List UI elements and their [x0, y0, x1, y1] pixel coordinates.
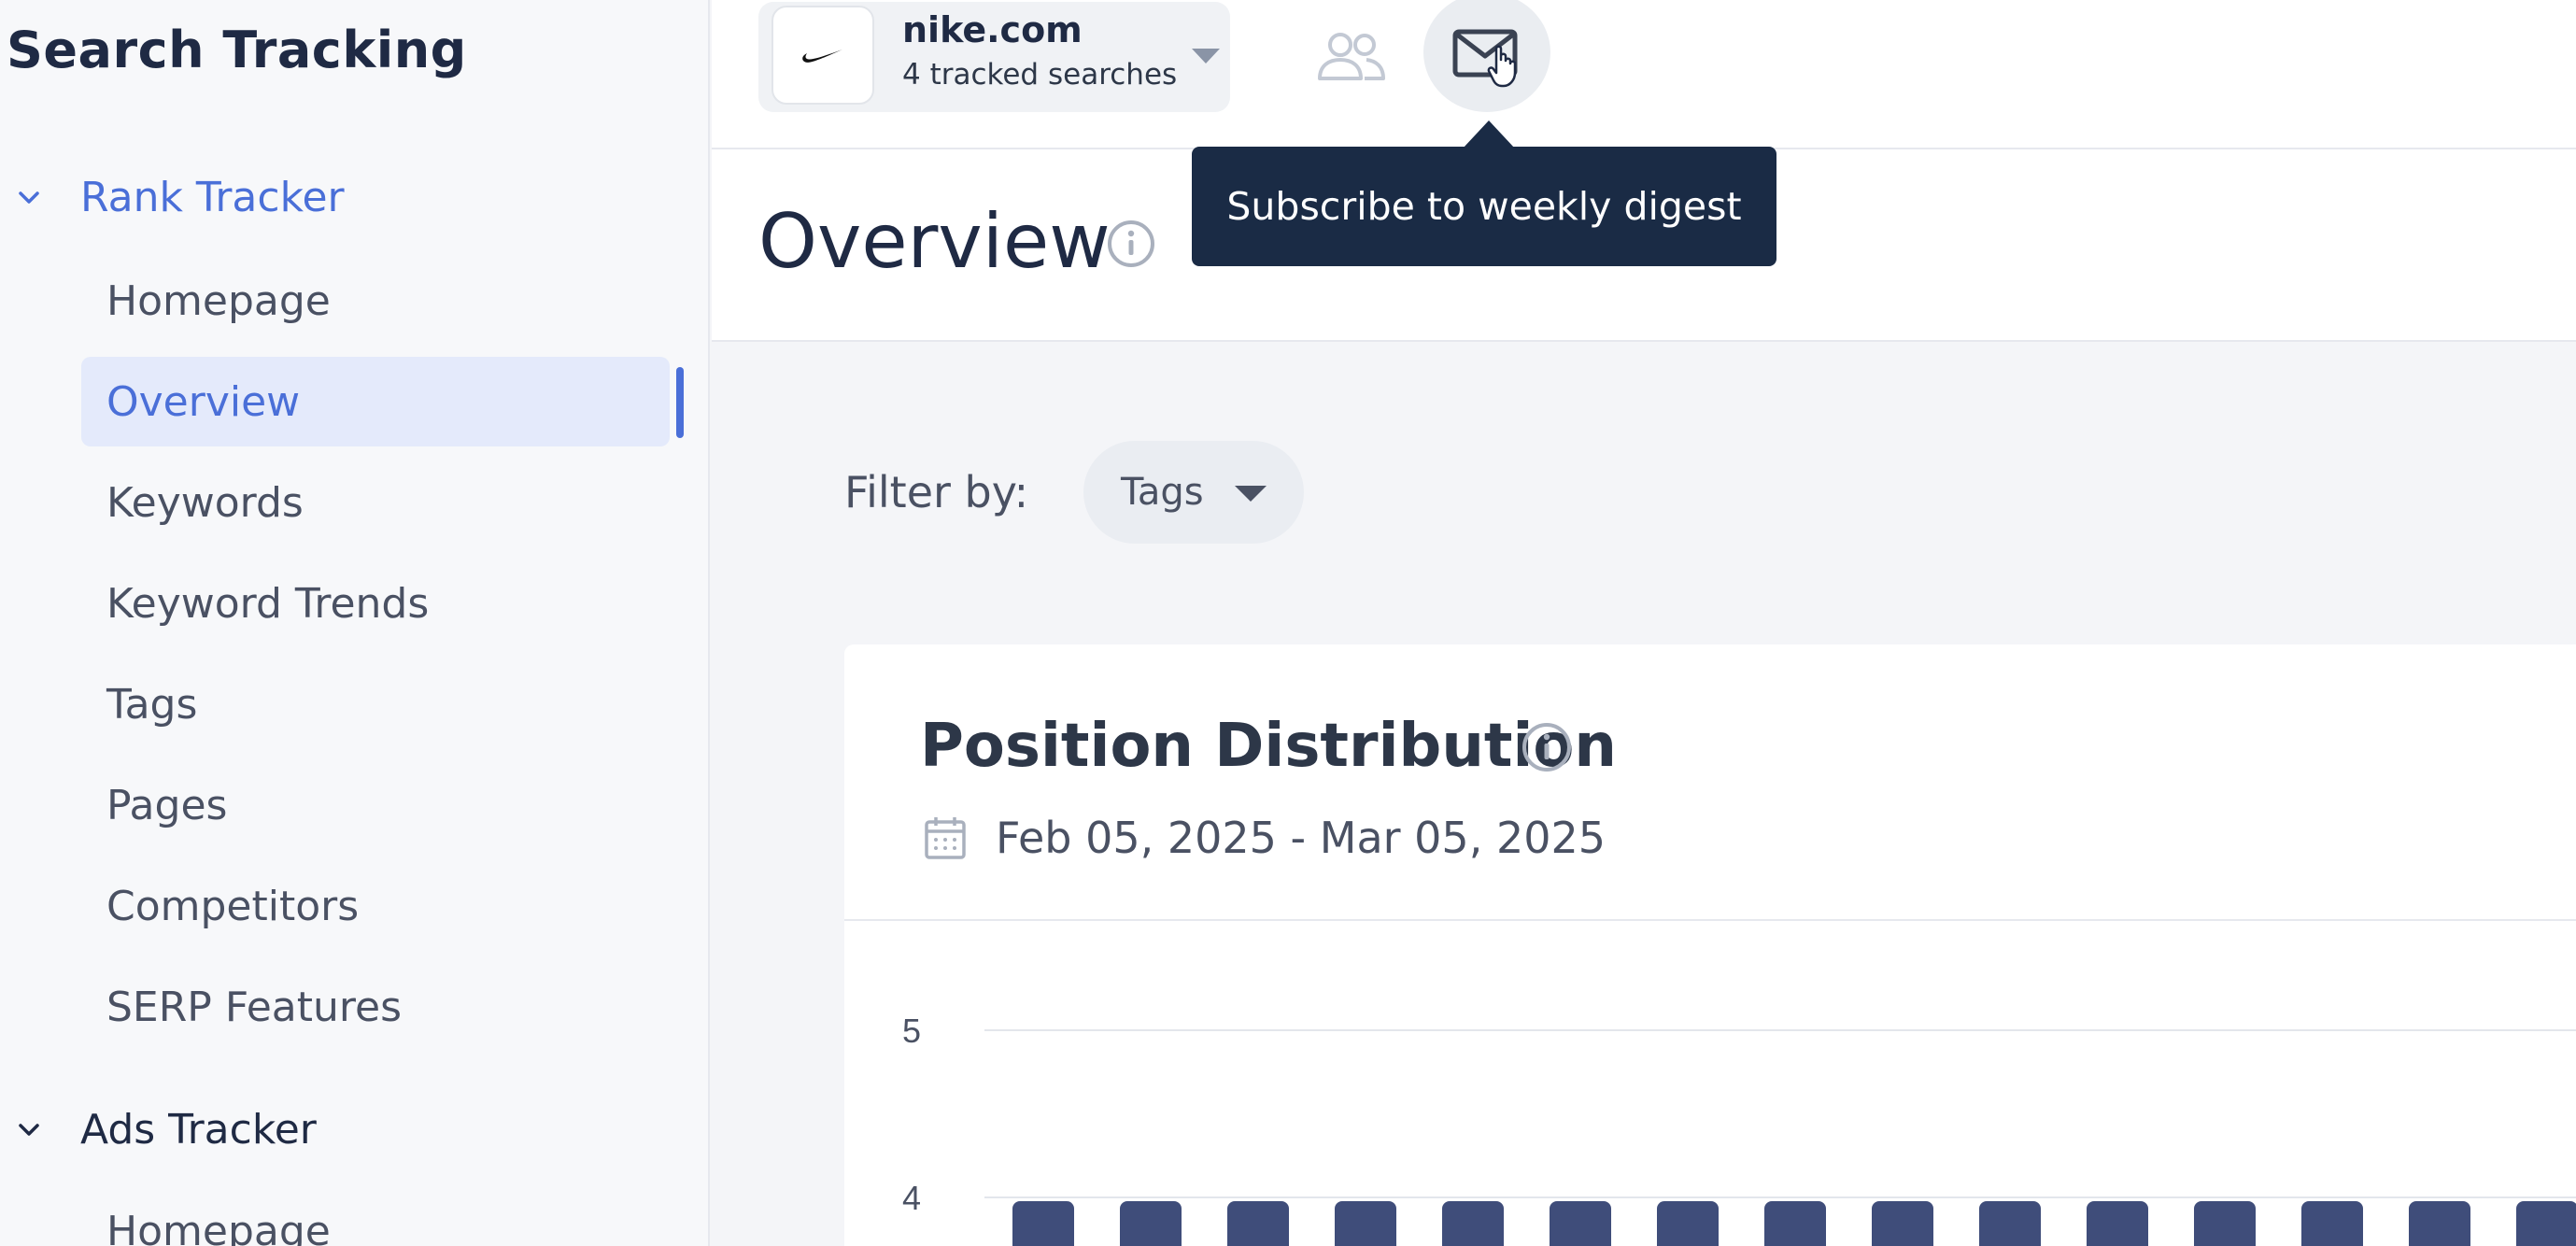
chart-bar[interactable] — [1979, 1201, 2041, 1246]
y-tick-label: 4 — [902, 1179, 921, 1217]
site-subtitle: 4 tracked searches — [902, 58, 1178, 92]
sidebar-item-competitors[interactable]: Competitors — [81, 861, 670, 951]
subscribe-tooltip: Subscribe to weekly digest — [1192, 147, 1776, 266]
app-title: Search Tracking — [7, 21, 467, 79]
users-button[interactable] — [1309, 19, 1394, 93]
chart-bar[interactable] — [2194, 1201, 2256, 1246]
chart-bar[interactable] — [1657, 1201, 1719, 1246]
y-tick-label: 5 — [902, 1012, 921, 1050]
tags-filter-label: Tags — [1121, 471, 1204, 514]
position-distribution-chart: 54 — [902, 1012, 2576, 1246]
users-icon — [1318, 33, 1385, 80]
position-distribution-card: Position Distribution Feb 05, 2025 - Mar… — [844, 644, 2576, 1246]
chevron-down-icon — [19, 1124, 39, 1136]
sidebar-item-keywords[interactable]: Keywords — [81, 458, 670, 547]
chart-bar[interactable] — [1227, 1201, 1289, 1246]
chevron-down-icon — [19, 191, 39, 204]
sidebar-item-ads-homepage[interactable]: Homepage — [81, 1186, 670, 1246]
info-icon[interactable] — [1106, 219, 1156, 269]
site-name: nike.com — [902, 9, 1083, 50]
chart-bar[interactable] — [2516, 1201, 2576, 1246]
info-icon[interactable] — [1521, 721, 1573, 773]
site-logo — [771, 6, 874, 105]
chart-bar[interactable] — [2087, 1201, 2148, 1246]
sidebar: Search Tracking Rank Tracker Homepage Ov… — [0, 0, 710, 1246]
sidebar-item-homepage[interactable]: Homepage — [81, 256, 670, 346]
sidebar-section-rank-tracker[interactable]: Rank Tracker — [0, 155, 710, 239]
chart-bar[interactable] — [1872, 1201, 1933, 1246]
sidebar-item-pages[interactable]: Pages — [81, 760, 670, 850]
section-label: Ads Tracker — [80, 1105, 317, 1154]
mail-icon — [1452, 29, 1518, 88]
chart-bar[interactable] — [1012, 1201, 1074, 1246]
section-label: Rank Tracker — [80, 173, 345, 221]
active-indicator — [676, 367, 684, 438]
site-selector[interactable]: nike.com 4 tracked searches — [758, 2, 1230, 112]
chart-bar[interactable] — [1442, 1201, 1504, 1246]
caret-down-icon — [1192, 49, 1220, 64]
subscribe-digest-button[interactable] — [1423, 0, 1550, 112]
top-bar: nike.com 4 tracked searches — [712, 0, 2576, 149]
filter-label: Filter by: — [844, 467, 1029, 517]
sidebar-item-serp-features[interactable]: SERP Features — [81, 962, 670, 1052]
chart-bar[interactable] — [1335, 1201, 1396, 1246]
tags-filter-dropdown[interactable]: Tags — [1083, 441, 1304, 544]
card-title: Position Distribution — [920, 712, 1617, 781]
sidebar-item-tags[interactable]: Tags — [81, 659, 670, 749]
date-range: Feb 05, 2025 - Mar 05, 2025 — [996, 813, 1606, 863]
tooltip-arrow — [1463, 120, 1515, 149]
chart-bar[interactable] — [2409, 1201, 2470, 1246]
chart-bar[interactable] — [1120, 1201, 1182, 1246]
page-title: Overview — [758, 198, 1111, 285]
calendar-icon — [925, 817, 966, 859]
chart-bar[interactable] — [2301, 1201, 2363, 1246]
sidebar-item-overview[interactable]: Overview — [81, 357, 670, 446]
swoosh-logo-icon — [802, 50, 842, 63]
sidebar-section-ads-tracker[interactable]: Ads Tracker — [0, 1087, 710, 1171]
sidebar-item-keyword-trends[interactable]: Keyword Trends — [81, 559, 670, 648]
caret-down-icon — [1235, 486, 1267, 502]
chart-bar[interactable] — [1550, 1201, 1611, 1246]
chart-bar[interactable] — [1764, 1201, 1826, 1246]
